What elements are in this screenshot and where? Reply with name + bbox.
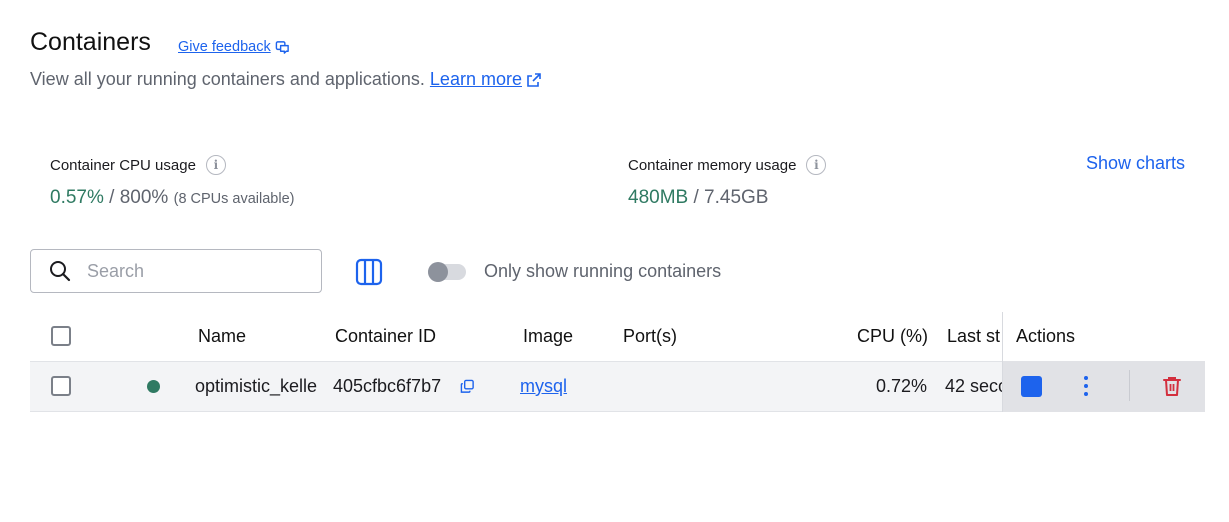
memory-usage-value: 480MB / 7.45GB xyxy=(628,187,768,209)
show-charts-button[interactable]: Show charts xyxy=(1086,153,1185,174)
give-feedback-link[interactable]: Give feedback xyxy=(178,39,290,55)
column-header-actions: Actions xyxy=(1016,326,1076,346)
memory-usage-label-text: Container memory usage xyxy=(628,156,797,174)
copy-icon-glyph xyxy=(460,379,474,393)
column-header-container-id[interactable]: Container ID xyxy=(335,326,436,347)
page-subtitle: View all your running containers and app… xyxy=(30,69,542,90)
image-link[interactable]: mysql xyxy=(520,376,567,396)
give-feedback-label: Give feedback xyxy=(178,39,271,55)
column-header-name[interactable]: Name xyxy=(198,326,246,347)
column-header-ports[interactable]: Port(s) xyxy=(623,326,677,347)
memory-separator: / xyxy=(688,187,705,208)
actions-separator xyxy=(1129,370,1130,401)
learn-more-link[interactable]: Learn more xyxy=(430,69,522,89)
actions-column-divider xyxy=(1002,312,1003,412)
cpu-usage-label: Container CPU usage i xyxy=(50,155,226,175)
copy-icon[interactable] xyxy=(460,379,475,399)
cpu-note: (8 CPUs available) xyxy=(173,191,295,207)
delete-button[interactable] xyxy=(1161,375,1183,402)
column-header-image[interactable]: Image xyxy=(523,326,573,347)
search-icon xyxy=(50,261,71,282)
page-title: Containers xyxy=(30,28,151,56)
memory-used: 480MB xyxy=(628,187,689,208)
container-id-cell: 405cfbc6f7b7 xyxy=(333,376,442,396)
trash-icon xyxy=(1163,377,1181,396)
cpu-separator: / xyxy=(103,187,120,208)
column-header-last-started[interactable]: Last st xyxy=(947,326,1002,347)
search-input[interactable] xyxy=(85,259,289,283)
cpu-usage-value: 0.57% / 800% (8 CPUs available) xyxy=(50,187,295,209)
external-link-icon xyxy=(527,73,541,87)
containers-page: Containers Give feedback View all your r… xyxy=(0,0,1229,522)
feedback-icon xyxy=(275,40,289,54)
cpu-cell: 0.72% xyxy=(876,376,928,396)
cpu-used: 0.57% xyxy=(50,187,104,208)
cpu-usage-label-text: Container CPU usage xyxy=(50,156,196,174)
row-checkbox[interactable] xyxy=(51,376,71,396)
subtitle-text: View all your running containers and app… xyxy=(30,69,425,89)
image-cell: mysql xyxy=(520,376,567,397)
memory-usage-label: Container memory usage i xyxy=(628,155,827,175)
cpu-total: 800% xyxy=(119,187,169,208)
stop-button[interactable] xyxy=(1021,376,1042,397)
columns-button[interactable] xyxy=(355,258,383,291)
info-icon[interactable]: i xyxy=(806,155,827,175)
table-row[interactable] xyxy=(30,361,1002,412)
info-icon[interactable]: i xyxy=(205,155,226,175)
column-header-cpu[interactable]: CPU (%) xyxy=(857,326,928,347)
toggle-knob xyxy=(428,262,448,282)
memory-total: 7.45GB xyxy=(704,187,769,208)
more-actions-button[interactable] xyxy=(1078,375,1094,402)
running-status-icon xyxy=(147,380,160,393)
running-only-toggle[interactable] xyxy=(428,262,466,282)
running-only-label: Only show running containers xyxy=(484,261,722,281)
search-box[interactable] xyxy=(30,249,322,293)
kebab-menu-icon xyxy=(1084,376,1088,396)
select-all-checkbox[interactable] xyxy=(51,326,71,346)
last-started-cell: 42 seco xyxy=(945,376,1002,396)
columns-icon xyxy=(355,258,383,286)
container-name-cell[interactable]: optimistic_kelle xyxy=(195,376,323,397)
